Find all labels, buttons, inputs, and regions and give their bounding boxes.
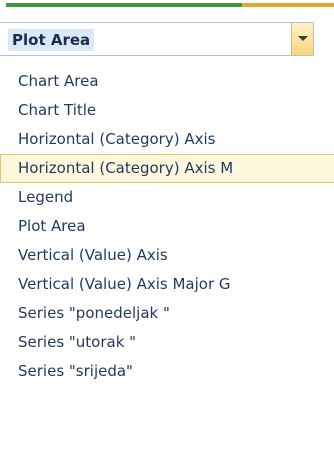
chart-elements-dropdown[interactable]: Plot Area [0, 22, 314, 56]
list-item-chart-area[interactable]: Chart Area [0, 67, 334, 96]
list-item-series-ponedeljak[interactable]: Series "ponedeljak " [0, 299, 334, 328]
dropdown-selected-value: Plot Area [8, 29, 95, 51]
list-item-vertical-value-axis[interactable]: Vertical (Value) Axis [0, 241, 334, 270]
ribbon-edge [0, 0, 334, 14]
list-item-horizontal-category-axis-major-gridlines[interactable]: Horizontal (Category) Axis M [0, 154, 334, 183]
dropdown-toggle-button[interactable] [291, 23, 313, 55]
list-item-horizontal-category-axis[interactable]: Horizontal (Category) Axis [0, 125, 334, 154]
list-item-vertical-value-axis-major-gridlines[interactable]: Vertical (Value) Axis Major G [0, 270, 334, 299]
list-item-chart-title[interactable]: Chart Title [0, 96, 334, 125]
active-tab-indicator [6, 3, 242, 7]
chevron-down-icon [298, 36, 308, 41]
list-item-legend[interactable]: Legend [0, 183, 334, 212]
context-tab-indicator [242, 3, 334, 7]
list-item-series-srijeda[interactable]: Series "srijeda" [0, 357, 334, 386]
list-item-series-utorak[interactable]: Series "utorak " [0, 328, 334, 357]
list-item-plot-area[interactable]: Plot Area [0, 212, 334, 241]
chart-elements-list: Chart Area Chart Title Horizontal (Categ… [0, 67, 334, 386]
